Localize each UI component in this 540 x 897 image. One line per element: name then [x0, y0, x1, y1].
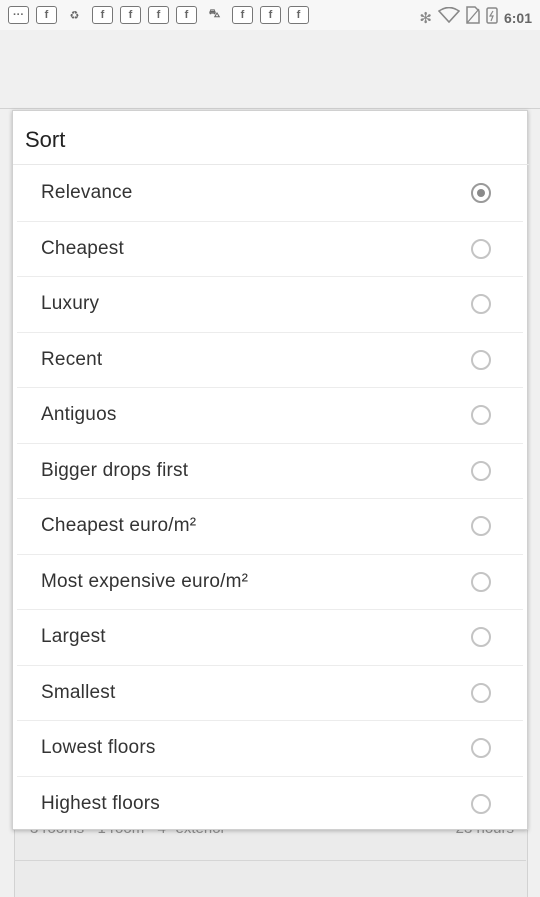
system-icons: ✻ 6:01	[419, 6, 532, 29]
sort-option-smallest[interactable]: Smallest	[17, 666, 523, 721]
sort-option-most-expensive-euro-m2[interactable]: Most expensive euro/m²	[17, 555, 523, 610]
option-label: Luxury	[41, 293, 100, 315]
radio-button[interactable]	[471, 183, 491, 204]
sort-option-relevance[interactable]: Relevance	[17, 166, 523, 222]
facebook-icon: f	[92, 6, 113, 24]
chat-icon: ···	[8, 6, 29, 24]
option-label: Highest floors	[41, 793, 160, 815]
sort-option-bigger-drops-first[interactable]: Bigger drops first	[17, 444, 523, 499]
facebook-icon: f	[148, 6, 169, 24]
status-bar: ··· f ♻ f f f f ⛍ f f f ✻ 6:01	[0, 0, 540, 30]
divider	[13, 164, 529, 165]
sort-option-cheapest[interactable]: Cheapest	[17, 222, 523, 277]
wifi-icon	[437, 6, 461, 28]
facebook-icon: f	[120, 6, 141, 24]
option-label: Bigger drops first	[41, 459, 189, 481]
radio-button[interactable]	[471, 349, 491, 370]
radio-button[interactable]	[471, 294, 491, 315]
car-icon: ⛍	[208, 8, 221, 20]
radio-button[interactable]	[471, 794, 491, 815]
facebook-icon: f	[232, 6, 253, 24]
option-label: Relevance	[41, 182, 133, 204]
sort-option-lowest-floors[interactable]: Lowest floors	[17, 721, 523, 777]
radio-button[interactable]	[471, 405, 491, 426]
radio-button[interactable]	[471, 682, 491, 703]
option-label: Most expensive euro/m²	[41, 570, 249, 592]
recycle-icon: ♻	[69, 9, 80, 22]
sort-option-luxury[interactable]: Luxury	[17, 277, 523, 333]
dialog-title: Sort	[25, 127, 66, 152]
radio-button[interactable]	[471, 627, 491, 648]
battery-icon	[486, 6, 498, 29]
no-sim-icon	[466, 6, 480, 29]
option-label: Lowest floors	[41, 737, 156, 759]
option-label: Cheapest euro/m²	[41, 515, 197, 537]
radio-button[interactable]	[471, 571, 491, 592]
facebook-icon: f	[260, 6, 281, 24]
radio-button[interactable]	[471, 516, 491, 537]
facebook-icon: f	[36, 6, 57, 24]
facebook-icon: f	[176, 6, 197, 24]
option-label: Smallest	[41, 681, 116, 703]
sort-option-antiguos[interactable]: Antiguos	[17, 388, 523, 444]
option-label: Largest	[41, 626, 106, 648]
sort-option-recent[interactable]: Recent	[17, 333, 523, 388]
option-label: Recent	[41, 348, 103, 370]
radio-button[interactable]	[471, 238, 491, 259]
facebook-icon: f	[288, 6, 309, 24]
radio-button[interactable]	[471, 460, 491, 481]
sort-dialog: Sort Relevance Cheapest Luxury Recent An…	[12, 110, 529, 832]
clock: 6:01	[503, 9, 532, 26]
notification-icons: ··· f ♻ f f f f ⛍ f f f	[8, 6, 309, 24]
sort-option-largest[interactable]: Largest	[17, 610, 523, 666]
option-label: Antiguos	[41, 404, 117, 426]
sort-options-list: Relevance Cheapest Luxury Recent Antiguo…	[17, 166, 523, 832]
bluetooth-icon: ✻	[419, 9, 432, 27]
radio-button[interactable]	[471, 738, 491, 759]
option-label: Cheapest	[41, 237, 124, 259]
sort-option-highest-floors[interactable]: Highest floors	[17, 777, 523, 833]
sort-option-cheapest-euro-m2[interactable]: Cheapest euro/m²	[17, 499, 523, 555]
